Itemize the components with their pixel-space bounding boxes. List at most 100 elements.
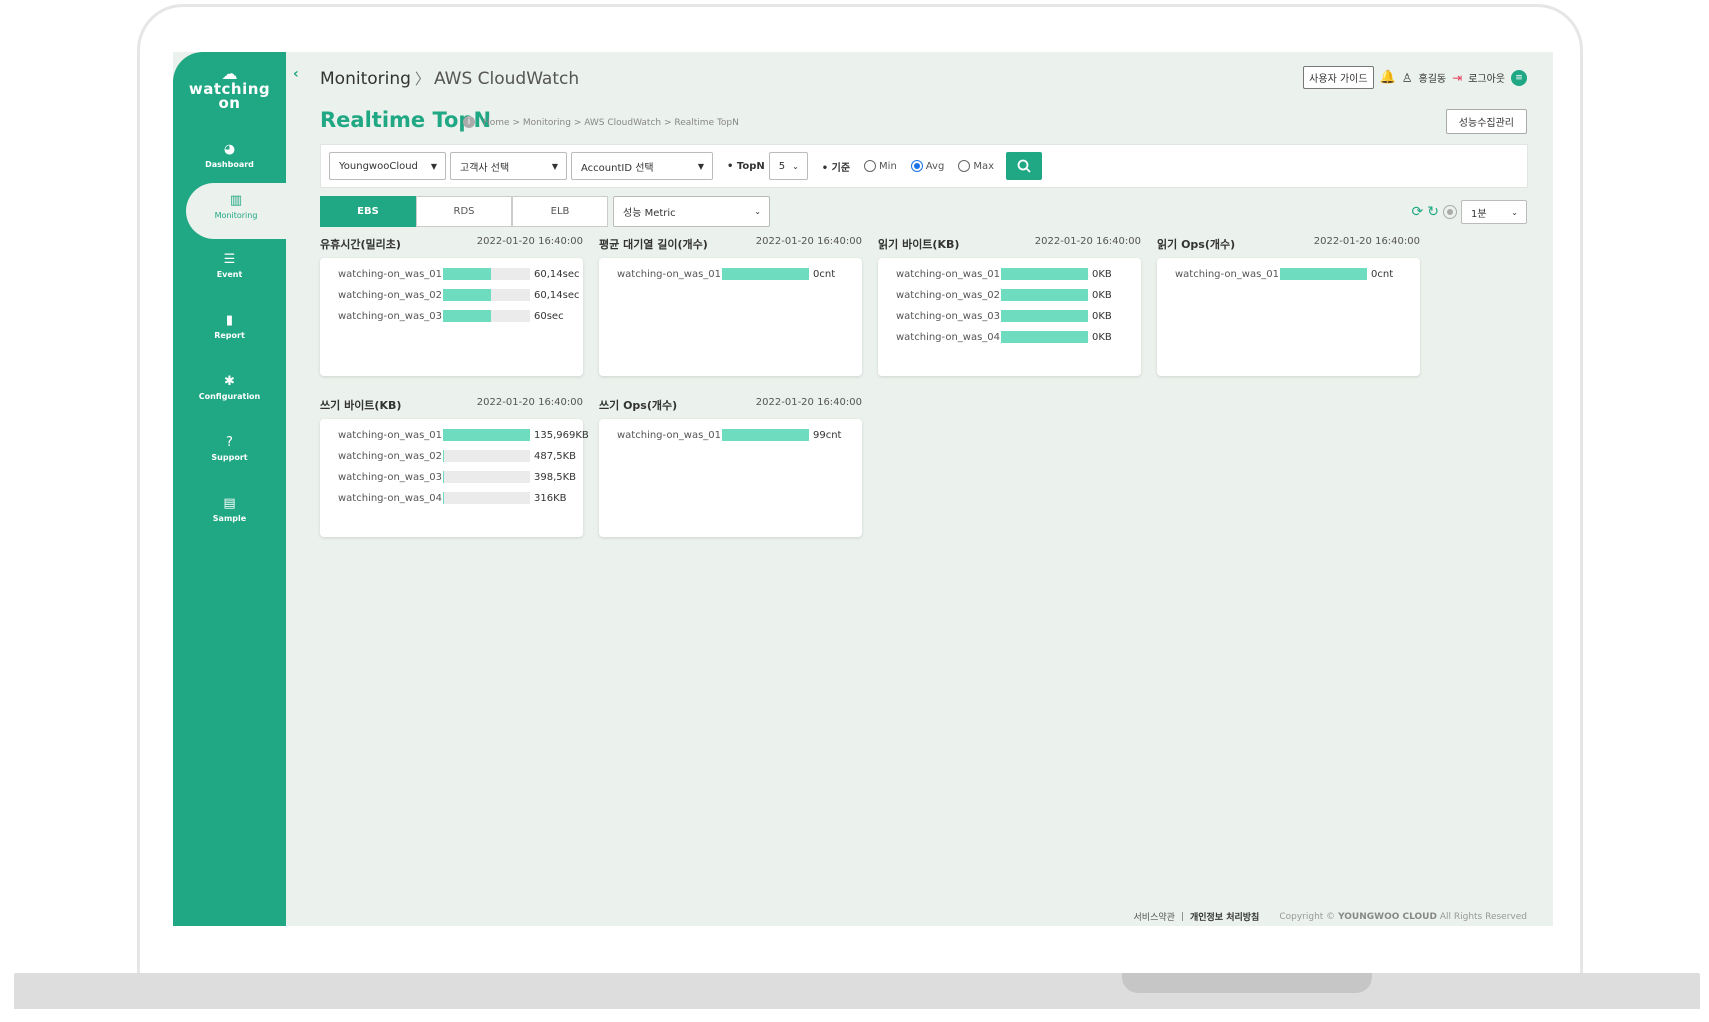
radio-min[interactable]: Min bbox=[864, 160, 897, 172]
radio-avg[interactable]: Avg bbox=[910, 160, 944, 172]
basis-label: • 기준 bbox=[821, 162, 851, 174]
bar-track bbox=[1001, 289, 1088, 301]
interval-select[interactable]: 1분 ⌄ bbox=[1461, 200, 1527, 224]
bar-fill bbox=[1001, 331, 1088, 343]
user-name[interactable]: 홍길동 bbox=[1419, 70, 1447, 85]
tab-elb[interactable]: ELB bbox=[512, 196, 608, 227]
bar-track bbox=[1280, 268, 1367, 280]
radio-min-circle[interactable] bbox=[864, 160, 877, 172]
radio-max[interactable]: Max bbox=[958, 160, 994, 172]
metric-select-value: 성능 Metric bbox=[623, 208, 676, 219]
sidebar-item-label: Monitoring bbox=[214, 211, 258, 220]
radio-avg-circle[interactable] bbox=[910, 160, 923, 172]
list-item[interactable]: watching-on_was_01 60,14sec bbox=[338, 268, 580, 280]
list-item[interactable]: watching-on_was_01 0KB bbox=[896, 268, 1112, 280]
search-button[interactable] bbox=[1006, 152, 1043, 180]
sidebar-item-support[interactable]: ? Support bbox=[173, 425, 286, 481]
bar-fill bbox=[1001, 268, 1088, 280]
perf-collection-button[interactable]: 성능수집관리 bbox=[1445, 109, 1527, 134]
sidebar-item-configuration[interactable]: ✱ Configuration bbox=[173, 364, 286, 420]
card-timestamp: 2022-01-20 16:40:00 bbox=[755, 236, 862, 247]
bar-fill bbox=[722, 268, 809, 280]
bar-fill bbox=[1001, 310, 1088, 322]
bell-icon[interactable]: 🔔 bbox=[1380, 70, 1396, 85]
instance-value: 0KB bbox=[1092, 289, 1112, 301]
customer-select[interactable]: 고객사 선택 ▼ bbox=[450, 152, 567, 180]
list-item[interactable]: watching-on_was_01 0cnt bbox=[617, 268, 835, 280]
list-item[interactable]: watching-on_was_04 316KB bbox=[338, 492, 567, 504]
card-title: 읽기 바이트(KB) bbox=[878, 238, 960, 251]
sidebar-item-sample[interactable]: ▤ Sample bbox=[173, 486, 286, 542]
card-header: 쓰기 바이트(KB) 2022-01-20 16:40:00 bbox=[320, 397, 583, 413]
terms-link[interactable]: 서비스약관 bbox=[1134, 910, 1175, 923]
card-title: 쓰기 Ops(개수) bbox=[599, 399, 678, 412]
breadcrumb: Home > Monitoring > AWS CloudWatch > Rea… bbox=[483, 118, 739, 128]
stop-icon[interactable] bbox=[1443, 205, 1457, 219]
list-item[interactable]: watching-on_was_04 0KB bbox=[896, 331, 1112, 343]
bar-fill bbox=[443, 310, 491, 322]
list-item[interactable]: watching-on_was_03 398,5KB bbox=[338, 471, 576, 483]
sidebar-item-label: Configuration bbox=[198, 392, 261, 401]
logo-text-line2: on bbox=[218, 94, 241, 112]
list-item[interactable]: watching-on_was_02 487,5KB bbox=[338, 450, 576, 462]
logout-icon[interactable]: ⇥ bbox=[1452, 71, 1462, 85]
header-actions: 사용자 가이드 🔔 ♙ 홍길동 ⇥ 로그아웃 ≡ bbox=[1303, 66, 1527, 89]
chart-icon: ▥ bbox=[229, 193, 243, 208]
instance-name: watching-on_was_01 bbox=[896, 268, 1001, 280]
sidebar-item-label: Sample bbox=[212, 514, 247, 523]
bar-track bbox=[443, 492, 530, 504]
card-title: 유휴시간(밀리초) bbox=[320, 238, 401, 251]
sidebar-item-report[interactable]: ▮ Report bbox=[173, 303, 286, 359]
info-icon[interactable]: i bbox=[463, 116, 475, 128]
collapse-sidebar-icon[interactable]: ‹ bbox=[293, 66, 299, 82]
sidebar-item-label: Dashboard bbox=[205, 160, 254, 169]
list-item[interactable]: watching-on_was_01 135,969KB bbox=[338, 429, 589, 441]
caret-down-icon: ▼ bbox=[430, 161, 437, 171]
metric-select[interactable]: 성능 Metric ⌄ bbox=[613, 196, 770, 227]
logout-link[interactable]: 로그아웃 bbox=[1468, 70, 1505, 85]
instance-name: watching-on_was_03 bbox=[338, 471, 443, 483]
bar-track bbox=[443, 289, 530, 301]
search-icon bbox=[1017, 159, 1031, 173]
tab-rds[interactable]: RDS bbox=[416, 196, 512, 227]
service-tabs: EBS RDS ELB bbox=[320, 196, 608, 227]
sidebar-item-event[interactable]: ☰ Event bbox=[173, 242, 286, 298]
laptop-base bbox=[14, 973, 1700, 1009]
bar-fill bbox=[443, 471, 444, 483]
card-timestamp: 2022-01-20 16:40:00 bbox=[476, 397, 583, 408]
card-timestamp: 2022-01-20 16:40:00 bbox=[755, 397, 862, 408]
bar-track bbox=[443, 450, 530, 462]
sidebar-item-dashboard[interactable]: ◕ Dashboard bbox=[173, 132, 286, 188]
list-item[interactable]: watching-on_was_03 60sec bbox=[338, 310, 564, 322]
instance-value: 99cnt bbox=[813, 429, 842, 441]
account-select[interactable]: AccountID 선택 ▼ bbox=[571, 152, 713, 180]
tab-ebs[interactable]: EBS bbox=[320, 196, 416, 227]
card-title: 읽기 Ops(개수) bbox=[1157, 238, 1236, 251]
copyright-company: YOUNGWOO CLOUD bbox=[1338, 911, 1437, 922]
list-item[interactable]: watching-on_was_03 0KB bbox=[896, 310, 1112, 322]
cloud-select[interactable]: YoungwooCloud ▼ bbox=[329, 152, 446, 180]
privacy-link[interactable]: 개인정보 처리방침 bbox=[1190, 910, 1259, 923]
list-item[interactable]: watching-on_was_01 99cnt bbox=[617, 429, 841, 441]
instance-value: 0cnt bbox=[813, 268, 836, 280]
card-header: 읽기 바이트(KB) 2022-01-20 16:40:00 bbox=[878, 236, 1141, 252]
caret-down-icon: ▼ bbox=[551, 161, 558, 171]
auto-refresh-icon[interactable]: ↻ bbox=[1427, 204, 1439, 220]
app-logo[interactable]: ☁ watching on bbox=[173, 66, 286, 112]
bar-fill bbox=[443, 492, 444, 504]
list-item[interactable]: watching-on_was_01 0cnt bbox=[1175, 268, 1393, 280]
bar-fill bbox=[722, 429, 809, 441]
user-guide-button[interactable]: 사용자 가이드 bbox=[1303, 66, 1374, 89]
clipboard-icon: ▮ bbox=[225, 313, 234, 328]
list-item[interactable]: watching-on_was_02 60,14sec bbox=[338, 289, 580, 301]
refresh-icon[interactable]: ⟳ bbox=[1412, 204, 1424, 220]
top-title-main: Monitoring bbox=[320, 69, 411, 89]
sidebar-item-monitoring[interactable]: ▥ Monitoring bbox=[186, 183, 286, 239]
bar-track bbox=[1001, 268, 1088, 280]
card-title: 쓰기 바이트(KB) bbox=[320, 399, 402, 412]
bar-track bbox=[722, 429, 809, 441]
list-item[interactable]: watching-on_was_02 0KB bbox=[896, 289, 1112, 301]
topn-select[interactable]: 5 ⌄ bbox=[768, 152, 808, 180]
menu-icon[interactable]: ≡ bbox=[1511, 69, 1527, 86]
radio-max-circle[interactable] bbox=[958, 160, 971, 172]
